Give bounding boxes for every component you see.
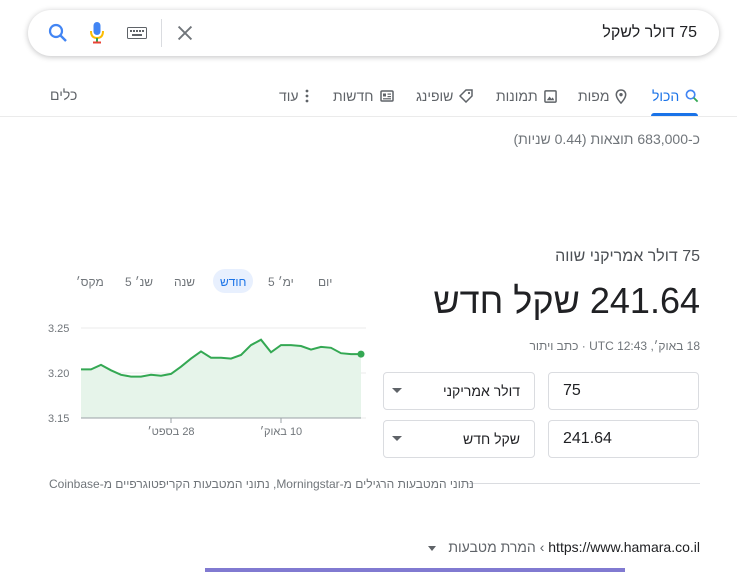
search-bar[interactable]: 75 דולר לשקל xyxy=(28,10,719,56)
result-url-crumb: המרת מטבעות xyxy=(448,539,536,555)
tab-images[interactable]: תמונות xyxy=(496,86,557,106)
range-month[interactable]: חודש xyxy=(220,275,246,289)
to-currency-label: שקל חדש xyxy=(463,431,520,447)
search-bar-divider xyxy=(161,19,162,47)
result-url-separator: › xyxy=(539,539,545,555)
tab-maps[interactable]: מפות xyxy=(578,86,627,106)
from-currency-label: דולר אמריקני xyxy=(442,383,520,399)
map-pin-icon xyxy=(616,88,627,104)
chevron-down-icon xyxy=(392,388,402,393)
tab-maps-label: מפות xyxy=(578,88,610,104)
keyboard-icon[interactable] xyxy=(127,27,147,39)
tab-more-label: עוד xyxy=(279,88,299,104)
result-url-domain: https://www.hamara.co.il xyxy=(548,539,700,555)
data-source-disclaimer: נתוני המטבעות הרגילים מ-Morningstar, נתו… xyxy=(49,477,474,491)
more-vert-icon xyxy=(305,89,308,103)
y-tick-label: 3.20 xyxy=(48,368,69,380)
tab-shopping[interactable]: שופינג xyxy=(416,86,474,106)
news-icon xyxy=(379,90,394,102)
chart-last-point xyxy=(357,350,365,358)
range-5years[interactable]: 5 שנ׳ xyxy=(125,275,153,289)
search-query-input[interactable]: 75 דולר לשקל xyxy=(602,24,697,42)
converter-result: 241.64 שקל חדש xyxy=(433,280,700,321)
range-5days[interactable]: 5 ימ׳ xyxy=(268,275,294,289)
tab-news[interactable]: חדשות xyxy=(333,86,394,106)
tab-more[interactable]: עוד xyxy=(279,86,309,106)
tag-icon xyxy=(459,89,474,103)
disclaimer-divider xyxy=(466,483,700,484)
from-amount-input[interactable]: 75 xyxy=(548,372,699,410)
x-tick-label: 28 בספט׳ xyxy=(147,425,194,438)
from-currency-select[interactable]: דולר אמריקני xyxy=(383,372,535,410)
x-tick-label: 10 באוק׳ xyxy=(260,425,302,438)
converter-subtitle: 75 דולר אמריקני שווה xyxy=(555,248,700,265)
tab-shopping-label: שופינג xyxy=(416,88,454,104)
range-year[interactable]: שנה xyxy=(174,275,195,289)
y-tick-label: 3.15 xyxy=(48,413,69,425)
range-max[interactable]: מקס׳ xyxy=(76,275,104,289)
tab-news-label: חדשות xyxy=(333,88,374,104)
tab-all[interactable]: הכול xyxy=(652,86,699,106)
exchange-rate-chart[interactable]: 3.25 3.20 3.15 28 בספט׳ 10 באוק׳ xyxy=(44,318,374,438)
tabs-divider xyxy=(0,116,737,117)
image-icon xyxy=(543,89,557,103)
chevron-down-icon[interactable] xyxy=(428,545,437,551)
tab-all-label: הכול xyxy=(652,88,680,104)
range-day[interactable]: יום xyxy=(318,275,332,289)
converter-timestamp: 18 באוק׳, UTC 12:43 · כתב ויתור xyxy=(529,339,701,353)
result-title-cutoff[interactable] xyxy=(205,562,625,572)
result-url[interactable]: https://www.hamara.co.il › המרת מטבעות xyxy=(428,539,700,555)
chart-area-fill xyxy=(81,339,361,418)
search-icon xyxy=(685,89,699,103)
result-stats: כ-683,000 תוצאות (0.44 שניות) xyxy=(513,131,700,147)
chevron-down-icon xyxy=(392,436,402,441)
search-icon[interactable] xyxy=(48,23,68,43)
to-currency-select[interactable]: שקל חדש xyxy=(383,420,535,458)
to-amount-input[interactable]: 241.64 xyxy=(548,420,699,458)
clear-search-icon[interactable] xyxy=(174,22,196,44)
tools-button[interactable]: כלים xyxy=(50,87,77,103)
y-tick-label: 3.25 xyxy=(48,323,69,335)
tab-images-label: תמונות xyxy=(496,88,538,104)
microphone-icon[interactable] xyxy=(90,22,104,44)
